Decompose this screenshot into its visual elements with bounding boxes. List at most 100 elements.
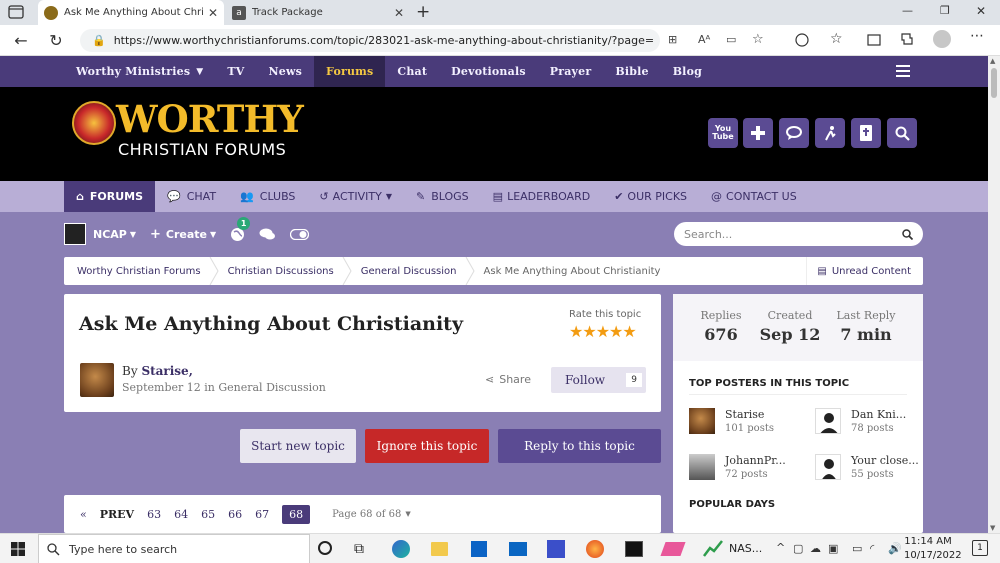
close-window-button[interactable]: ✕ xyxy=(976,4,986,18)
last-reply-value[interactable]: 7 min xyxy=(831,325,901,344)
prev-page-link[interactable]: PREV xyxy=(100,508,134,521)
settings-more-icon[interactable]: ⋯ xyxy=(970,28,984,44)
breadcrumb-item[interactable]: Christian Discussions xyxy=(215,257,352,285)
subnav-chat[interactable]: 💬 CHAT xyxy=(155,181,228,212)
taskbar-clock[interactable]: 11:14 AM 10/17/2022 xyxy=(904,535,962,563)
top-poster-item[interactable]: JohannPr... 72 posts xyxy=(689,454,786,480)
close-tab-icon[interactable]: ✕ xyxy=(394,6,404,20)
page-scrollbar[interactable]: ▲ ▼ xyxy=(988,56,1000,533)
page-link[interactable]: 65 xyxy=(201,508,215,521)
star-icon[interactable]: ★ xyxy=(609,322,623,341)
taskbar-search[interactable]: Type here to search xyxy=(38,534,310,563)
wifi-icon[interactable]: ◜ xyxy=(870,542,874,555)
show-hidden-icons[interactable]: ^ xyxy=(776,541,785,554)
header-search-button[interactable] xyxy=(887,118,917,148)
nav-bible[interactable]: Bible xyxy=(603,56,660,87)
scrollbar-thumb[interactable] xyxy=(991,68,997,98)
cloud-icon[interactable]: ☁ xyxy=(810,542,821,555)
subnav-clubs[interactable]: 👥 CLUBS xyxy=(228,181,307,212)
cortana-icon[interactable] xyxy=(318,541,332,555)
ignore-topic-button[interactable]: Ignore this topic xyxy=(365,429,489,463)
page-link[interactable]: 67 xyxy=(255,508,269,521)
collections-icon[interactable] xyxy=(899,31,915,47)
url-field[interactable]: 🔒 https://www.worthychristianforums.com/… xyxy=(80,29,660,52)
firefox-icon[interactable] xyxy=(586,540,604,558)
rating-stars[interactable]: ★ ★ ★ ★ ★ xyxy=(569,322,637,341)
extensions-icon[interactable] xyxy=(866,32,882,48)
paint-app-icon[interactable] xyxy=(547,540,565,558)
mail-icon[interactable] xyxy=(509,542,527,556)
page-link[interactable]: 66 xyxy=(228,508,242,521)
scroll-down-icon[interactable]: ▼ xyxy=(990,524,995,532)
immersive-reader-icon[interactable]: ▭ xyxy=(726,33,736,46)
theme-toggle[interactable] xyxy=(290,228,310,240)
subnav-forums[interactable]: ⌂ FORUMS xyxy=(64,181,156,212)
add-favorite-icon[interactable]: ☆ xyxy=(752,32,764,47)
subnav-leaderboard[interactable]: ▤ LEADERBOARD xyxy=(481,181,603,212)
scroll-up-icon[interactable]: ▲ xyxy=(990,57,995,65)
browser-tab-active[interactable]: Ask Me Anything About Christia ✕ xyxy=(38,0,224,25)
nav-chat[interactable]: Chat xyxy=(385,56,439,87)
author-avatar[interactable] xyxy=(80,363,114,397)
top-poster-item[interactable]: Dan Kni... 78 posts xyxy=(815,408,906,434)
subnav-our-picks[interactable]: ✔ OUR PICKS xyxy=(602,181,699,212)
page-link[interactable]: 63 xyxy=(147,508,161,521)
page-link[interactable]: 64 xyxy=(174,508,188,521)
create-menu[interactable]: + Create ▼ xyxy=(150,227,216,242)
profile-avatar[interactable] xyxy=(933,30,951,48)
search-input[interactable]: Search... xyxy=(684,228,902,241)
notifications-button[interactable]: 1 xyxy=(230,216,251,242)
nav-devotionals[interactable]: Devotionals xyxy=(439,56,538,87)
hamburger-menu-icon[interactable] xyxy=(896,65,910,77)
stocks-widget[interactable]: NAS... xyxy=(703,538,762,558)
refresh-button[interactable]: ↻ xyxy=(45,29,67,51)
terminal-icon[interactable] xyxy=(625,541,643,557)
new-tab-button[interactable]: + xyxy=(416,2,430,22)
breadcrumb-item[interactable]: General Discussion xyxy=(348,257,475,285)
bible-button[interactable] xyxy=(851,118,881,148)
start-new-topic-button[interactable]: Start new topic xyxy=(240,429,356,463)
nav-news[interactable]: News xyxy=(257,56,315,87)
tray-app-icon[interactable]: ▣ xyxy=(828,542,838,555)
unread-content-link[interactable]: ▤ Unread Content xyxy=(806,257,911,285)
edge-taskbar-icon[interactable] xyxy=(392,540,410,558)
browser-essentials-icon[interactable] xyxy=(794,32,810,48)
battery-icon[interactable]: ▭ xyxy=(852,542,862,555)
store-icon[interactable] xyxy=(471,541,487,557)
minimize-button[interactable]: — xyxy=(902,4,913,17)
youtube-button[interactable]: You Tube xyxy=(708,118,738,148)
prayer-button[interactable] xyxy=(815,118,845,148)
subnav-activity[interactable]: ↺ ACTIVITY ▼ xyxy=(307,181,404,212)
current-page[interactable]: 68 xyxy=(282,504,311,524)
follow-button[interactable]: Follow 9 xyxy=(551,367,646,393)
tab-actions-icon[interactable] xyxy=(8,5,26,21)
top-poster-item[interactable]: Your close... 55 posts xyxy=(815,454,919,480)
browser-tab[interactable]: a Track Package ✕ xyxy=(226,0,410,25)
subnav-blogs[interactable]: ✎ BLOGS xyxy=(404,181,481,212)
task-view-icon[interactable]: ⧉ xyxy=(354,541,364,557)
windows-start-icon[interactable] xyxy=(11,542,25,556)
star-icon[interactable]: ★ xyxy=(582,322,596,341)
file-explorer-icon[interactable] xyxy=(431,542,448,556)
add-button[interactable] xyxy=(743,118,773,148)
messages-button[interactable] xyxy=(259,227,276,241)
chat-button[interactable] xyxy=(779,118,809,148)
share-button[interactable]: ⋖ Share xyxy=(485,373,531,386)
worthy-logo[interactable]: WORTHY CHRISTIAN FORUMS xyxy=(72,97,304,167)
close-tab-icon[interactable]: ✕ xyxy=(208,6,218,20)
first-page-link[interactable]: « xyxy=(80,508,87,521)
breadcrumb-item[interactable]: Worthy Christian Forums xyxy=(64,257,219,285)
back-button[interactable]: ← xyxy=(10,29,32,51)
notification-center-button[interactable]: 1 xyxy=(972,540,988,556)
maximize-button[interactable]: ❐ xyxy=(940,4,950,17)
volume-icon[interactable]: 🔊 xyxy=(888,542,902,555)
read-aloud-icon[interactable]: Aᴬ xyxy=(698,33,710,46)
nav-forums[interactable]: Forums xyxy=(314,56,386,87)
forum-search-box[interactable]: Search... xyxy=(674,222,923,246)
star-icon[interactable]: ★ xyxy=(622,322,636,341)
star-icon[interactable]: ★ xyxy=(596,322,610,341)
tray-app-icon[interactable]: ▢ xyxy=(793,542,803,555)
star-icon[interactable]: ★ xyxy=(569,322,583,341)
nav-worthy-ministries[interactable]: Worthy Ministries ▼ xyxy=(64,56,215,87)
user-menu[interactable]: NCAP ▼ xyxy=(64,223,136,245)
